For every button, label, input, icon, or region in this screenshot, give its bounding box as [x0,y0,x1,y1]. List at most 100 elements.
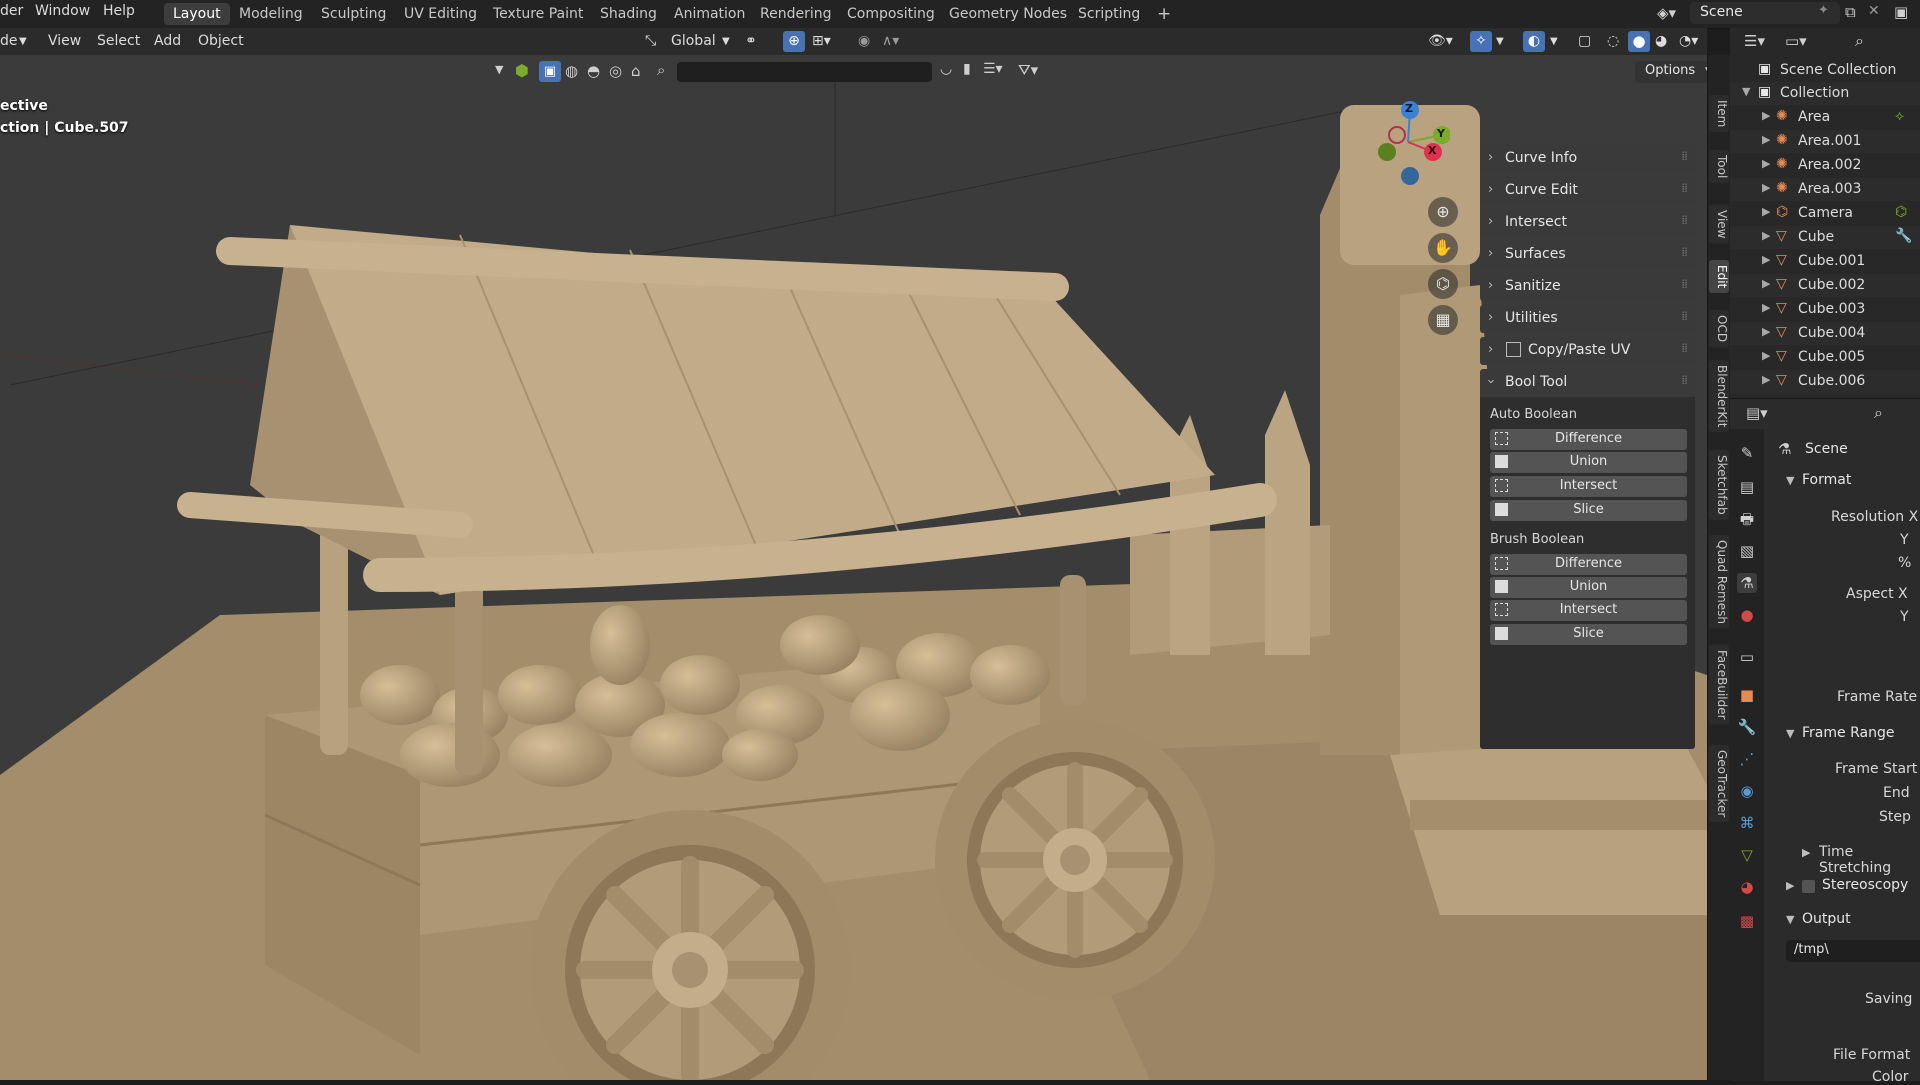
tool-tab-icon[interactable]: ✎ [1737,443,1757,463]
drag-grip-icon[interactable]: ⁞⁞ [1681,149,1688,163]
outliner-item[interactable]: ▶ ▽ Cube.005 [1730,346,1920,369]
tab-animation[interactable]: Animation [665,3,754,25]
tab-geotracker[interactable]: GeoTracker [1709,745,1729,823]
material-tab-icon[interactable]: ◕ [1737,877,1757,897]
menu-render[interactable]: der [0,3,23,19]
tab-layout[interactable]: Layout [164,3,230,25]
chevron-right-icon[interactable]: ▶ [1786,879,1794,892]
tab-sculpting[interactable]: Sculpting [312,3,395,25]
mode-selector[interactable]: de [0,33,18,49]
chevron-down-icon[interactable]: ▼ [1742,85,1750,98]
panel-sanitize[interactable]: › Sanitize ⁞⁞ [1480,273,1695,301]
pin-icon[interactable]: ✦ [1818,3,1829,18]
scene-selector-icon[interactable]: ◈▾ [1657,4,1676,22]
menu-add[interactable]: Add [154,33,181,49]
menu-object[interactable]: Object [198,33,244,49]
outliner-item[interactable]: ▶ ▽ Cube.003 [1730,298,1920,321]
outliner-item[interactable]: ▶ ✺ Area.002 [1730,154,1920,177]
scene-field[interactable]: Scene ✦ [1690,2,1840,24]
constraints-tab-icon[interactable]: ⌘ [1737,813,1757,833]
chevron-right-icon[interactable]: ▶ [1762,277,1770,290]
output-path-field[interactable]: /tmp\ [1786,940,1920,962]
search-icon[interactable]: ⌕ [1874,403,1883,423]
panel-curve-info[interactable]: › Curve Info ⁞⁞ [1480,145,1695,173]
panel-bool-tool[interactable]: › Bool Tool ⁞⁞ [1480,369,1695,397]
search-icon[interactable]: ⌕ [1855,31,1864,51]
format-panel-title[interactable]: Format [1802,472,1851,488]
particles-tab-icon[interactable]: ⋰ [1737,749,1757,769]
tab-item[interactable]: Item [1709,95,1729,133]
3d-viewport[interactable]: ective ction | Cube.507 ▼ ⬢ ▣ ◍ ◓ ◎ ⌂ ⌕ … [0,55,1707,1080]
camera-view-icon[interactable]: ⌬ [1428,269,1458,299]
grid-view-icon[interactable]: ▦ [1428,305,1458,335]
outliner-item[interactable]: ▶ ▽ Cube 🔧 [1730,226,1920,249]
funnel-small-icon[interactable]: ◡ [940,61,952,77]
world-icon[interactable]: ◎ [609,62,622,80]
chevron-right-icon[interactable]: ▶ [1762,349,1770,362]
data-tab-icon[interactable]: ▽ [1737,845,1757,865]
light-data-icon[interactable]: ⟡ [1895,108,1904,124]
bookmark-icon[interactable]: ▮ [963,61,971,77]
tab-edit[interactable]: Edit [1709,260,1729,294]
new-scene-icon[interactable]: ⧉ [1845,3,1856,21]
display-mode-icon[interactable]: ☰▾ [1744,32,1765,50]
stereoscopy-checkbox[interactable] [1802,880,1815,893]
output-panel-title[interactable]: Output [1802,911,1851,927]
outliner-item[interactable]: ▶ ✺ Area.001 [1730,130,1920,153]
tab-rendering[interactable]: Rendering [751,3,841,25]
drag-grip-icon[interactable]: ⁞⁞ [1681,341,1688,355]
wrench-icon[interactable]: 🔧 [1895,228,1912,244]
panel-copy-paste-uv[interactable]: › Copy/Paste UV ⁞⁞ [1480,337,1695,365]
auto-difference-button[interactable]: Difference [1490,429,1687,450]
tab-ocd[interactable]: OCD [1709,310,1729,348]
frame-range-panel-title[interactable]: Frame Range [1802,725,1894,741]
object-tab-icon[interactable]: ■ [1737,685,1757,705]
panel-intersect[interactable]: › Intersect ⁞⁞ [1480,209,1695,237]
select-box-icon[interactable]: ▣ [539,61,561,82]
render-tab-icon[interactable]: ▤ [1737,477,1757,497]
panel-curve-edit[interactable]: › Curve Edit ⁞⁞ [1480,177,1695,205]
brush-slice-button[interactable]: Slice [1490,624,1687,645]
material-icon[interactable]: ◓ [587,62,600,80]
navigation-gizmo[interactable]: Z Y X [1365,95,1450,205]
outliner-scene-collection[interactable]: ▣ Scene Collection [1730,59,1920,82]
chevron-right-icon[interactable]: ▶ [1762,133,1770,146]
texture-tab-icon[interactable]: ▩ [1737,911,1757,931]
outliner-item[interactable]: ▶ ▽ Cube.002 [1730,274,1920,297]
chevron-down-icon[interactable]: ▼ [1786,727,1794,740]
chevron-down-icon[interactable]: ▼ [1786,913,1794,926]
brush-difference-button[interactable]: Difference [1490,554,1687,575]
tab-texture-paint[interactable]: Texture Paint [484,3,592,25]
falloff-icon[interactable]: ∧▾ [882,33,899,49]
panel-surfaces[interactable]: › Surfaces ⁞⁞ [1480,241,1695,269]
options-button[interactable]: Options ▼ [1635,61,1707,83]
menu-view[interactable]: View [48,33,81,49]
tab-view[interactable]: View [1709,205,1729,244]
tab-shading[interactable]: Shading [591,3,666,25]
menu-select[interactable]: Select [97,33,140,49]
time-stretching-subpanel[interactable]: Time Stretching [1819,844,1920,876]
menu-help[interactable]: Help [103,3,135,19]
add-workspace-button[interactable]: + [1148,3,1180,25]
snap-target-icon[interactable]: ⊞▾ [812,33,831,49]
tab-uv-editing[interactable]: UV Editing [395,3,486,25]
physics-tab-icon[interactable]: ◉ [1737,781,1757,801]
outliner-item[interactable]: ▶ ▽ Cube.004 [1730,322,1920,345]
chevron-right-icon[interactable]: ▶ [1802,846,1810,859]
auto-union-button[interactable]: Union [1490,452,1687,473]
chevron-right-icon[interactable]: ▶ [1762,253,1770,266]
filter-view-icon[interactable]: ▭▾ [1785,32,1807,50]
scene-tab-icon[interactable]: ⚗ [1737,573,1757,593]
drag-grip-icon[interactable]: ⁞⁞ [1681,213,1688,227]
auto-intersect-button[interactable]: Intersect [1490,476,1687,497]
pan-hand-icon[interactable]: ✋ [1428,233,1458,263]
brush-intersect-button[interactable]: Intersect [1490,600,1687,621]
search-input[interactable] [677,62,932,82]
outliner-item[interactable]: ▶ ▽ Cube.001 [1730,250,1920,273]
view-layer-icon[interactable]: ▣ [1894,3,1908,21]
view-layer-tab-icon[interactable]: ▧ [1737,541,1757,561]
sort-icon[interactable]: ☰▾ [983,61,1003,77]
tab-facebuilder[interactable]: FaceBuilder [1709,645,1729,725]
tab-modeling[interactable]: Modeling [230,3,312,25]
tab-sketchfab[interactable]: Sketchfab [1709,450,1729,520]
